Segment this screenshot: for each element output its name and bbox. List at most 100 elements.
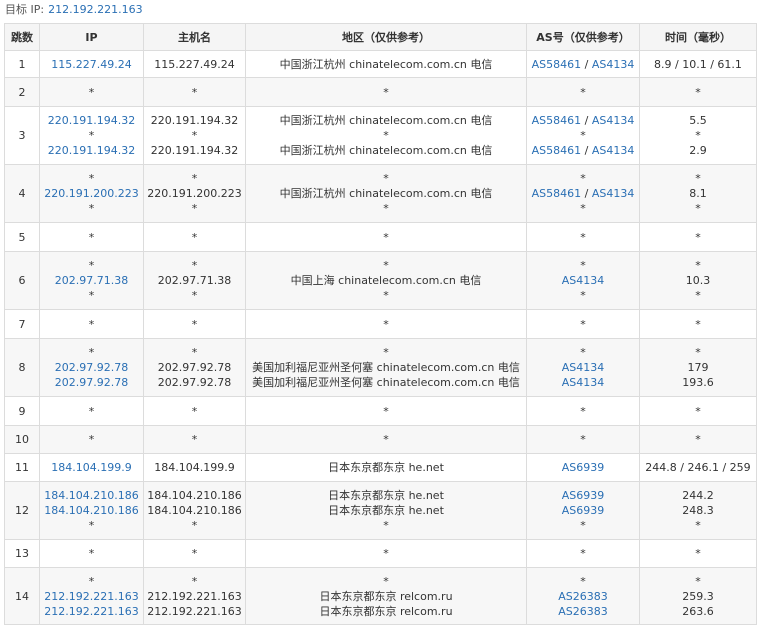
table-row: 4 * 220.191.200.223 * * 220.191.200.223 * * 中国浙江…: [4, 164, 757, 223]
region-cell: 中国浙江杭州 chinatelecom.com.cn 电信 * 中国浙江杭州 chi…: [245, 106, 527, 165]
time-text: 8.9 / 10.1 / 61.1: [654, 57, 742, 71]
time-cell: * 259.3 263.6: [639, 567, 757, 625]
ip-placeholder: *: [88, 547, 95, 560]
ip-placeholder: *: [88, 574, 95, 588]
hostname-text: *: [191, 230, 198, 244]
ip-cell: *: [39, 425, 144, 454]
as-link[interactable]: AS6939: [562, 461, 605, 474]
region-text: 日本东京都东京 he.net: [328, 461, 444, 474]
ip-link[interactable]: 212.192.221.163: [42, 589, 141, 604]
time-cell: *: [639, 425, 757, 454]
as-link[interactable]: AS4134: [592, 187, 635, 200]
hop-number: 13: [15, 547, 29, 560]
ip-link[interactable]: 220.191.194.32: [42, 113, 141, 128]
as-placeholder: *: [580, 574, 586, 588]
hostname-cell: * 212.192.221.163 212.192.221.163: [143, 567, 246, 625]
hostname-cell: 184.104.210.186 184.104.210.186 *: [143, 481, 246, 540]
as-line: AS58461 / AS4134: [529, 57, 637, 72]
as-link[interactable]: AS4134: [592, 144, 635, 157]
time-text: *: [695, 404, 701, 418]
region-text: *: [383, 574, 389, 588]
region-text: 美国加利福尼亚州圣何塞 chinatelecom.com.cn 电信: [252, 376, 520, 389]
hop-cell: 14: [4, 567, 40, 625]
ip-link[interactable]: 184.104.199.9: [42, 460, 141, 475]
as-link[interactable]: AS4134: [592, 58, 635, 71]
traceroute-table: 跳数 IP 主机名 地区（仅供参考） AS号（仅供参考） 时间（毫秒） 1 115…: [4, 23, 757, 625]
region-text: 中国浙江杭州 chinatelecom.com.cn 电信: [279, 144, 493, 157]
ip-placeholder: *: [88, 519, 95, 532]
as-placeholder: *: [580, 289, 586, 302]
as-link[interactable]: AS4134: [592, 114, 635, 127]
header-region: 地区（仅供参考）: [245, 23, 527, 51]
as-placeholder: *: [580, 433, 586, 446]
as-line: AS6939: [529, 503, 637, 518]
ip-link[interactable]: 202.97.71.38: [42, 273, 141, 288]
ip-link[interactable]: 184.104.210.186: [42, 503, 141, 518]
ip-link[interactable]: 220.191.194.32: [42, 143, 141, 158]
region-cell: *: [245, 425, 527, 454]
ip-link[interactable]: 220.191.200.223: [42, 186, 141, 201]
ip-link[interactable]: 212.192.221.163: [42, 604, 141, 619]
time-cell: * 8.1 *: [639, 164, 757, 223]
hostname-text: 184.104.210.186: [147, 489, 242, 502]
hop-cell: 4: [4, 164, 40, 223]
hostname-cell: *: [143, 539, 246, 568]
target-ip-line: 目标 IP: 212.192.221.163: [0, 0, 760, 20]
ip-placeholder: *: [88, 259, 95, 272]
ip-placeholder: *: [88, 85, 95, 99]
ip-cell: 184.104.210.186 184.104.210.186 *: [39, 481, 144, 540]
hop-cell: 12: [4, 481, 40, 540]
ip-placeholder: *: [88, 172, 95, 185]
ip-cell: *: [39, 222, 144, 252]
region-text: *: [383, 346, 389, 359]
as-link[interactable]: AS4134: [562, 376, 605, 389]
time-text: *: [695, 519, 701, 532]
as-line: AS4134: [529, 273, 637, 288]
time-text: *: [695, 574, 701, 588]
as-link[interactable]: AS6939: [562, 489, 605, 502]
as-link[interactable]: AS58461: [532, 114, 582, 127]
ip-cell: * 202.97.92.78 202.97.92.78: [39, 338, 144, 397]
as-link[interactable]: AS58461: [532, 144, 582, 157]
region-cell: * 美国加利福尼亚州圣何塞 chinatelecom.com.cn 电信 美国加利福…: [245, 338, 527, 397]
region-text: 日本东京都东京 relcom.ru: [319, 604, 453, 618]
hostname-text: *: [191, 547, 198, 560]
hostname-cell: *: [143, 425, 246, 454]
as-placeholder: *: [580, 172, 586, 185]
as-line: AS58461 / AS4134: [529, 113, 637, 128]
hostname-text: 202.97.92.78: [157, 361, 232, 374]
as-placeholder: *: [580, 85, 586, 99]
ip-link[interactable]: 202.97.92.78: [42, 375, 141, 390]
as-link[interactable]: AS58461: [532, 187, 582, 200]
time-cell: 5.5 * 2.9: [639, 106, 757, 165]
hostname-cell: * 202.97.71.38 *: [143, 251, 246, 310]
target-ip-link[interactable]: 212.192.221.163: [48, 3, 142, 16]
as-cell: AS6939: [526, 453, 640, 482]
table-row: 9 * * * * *: [4, 396, 757, 426]
as-cell: *: [526, 396, 640, 426]
as-placeholder: *: [580, 129, 586, 142]
time-text: *: [695, 547, 701, 560]
hostname-text: 220.191.200.223: [147, 187, 242, 200]
as-link[interactable]: AS4134: [562, 274, 605, 287]
as-link[interactable]: AS26383: [558, 605, 608, 618]
as-cell: AS58461 / AS4134: [526, 50, 640, 78]
as-link[interactable]: AS26383: [558, 590, 608, 603]
time-text: 263.6: [682, 604, 714, 618]
region-text: 日本东京都东京 he.net: [328, 504, 444, 517]
hop-number: 3: [18, 129, 26, 142]
ip-link[interactable]: 184.104.210.186: [42, 488, 141, 503]
as-link[interactable]: AS58461: [532, 58, 582, 71]
as-link[interactable]: AS6939: [562, 504, 605, 517]
ip-link[interactable]: 202.97.92.78: [42, 360, 141, 375]
as-cell: *: [526, 77, 640, 107]
ip-link[interactable]: 115.227.49.24: [42, 57, 141, 72]
time-text: *: [695, 346, 701, 359]
time-text: 244.8 / 246.1 / 259: [645, 461, 751, 474]
hop-cell: 6: [4, 251, 40, 310]
ip-cell: *: [39, 77, 144, 107]
as-link[interactable]: AS4134: [562, 361, 605, 374]
ip-cell: *: [39, 539, 144, 568]
time-text: 10.3: [685, 274, 711, 287]
hop-number: 14: [15, 589, 29, 603]
